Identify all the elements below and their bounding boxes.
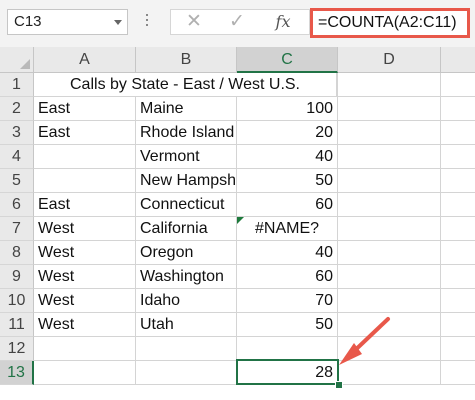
insert-function-icon[interactable]: fx	[268, 10, 298, 34]
formula-input[interactable]: =COUNTA(A2:C11)	[310, 8, 470, 38]
callout-arrow-icon	[339, 317, 390, 365]
formula-buttons: ✕ ✓ fx	[170, 9, 310, 35]
chevron-down-icon[interactable]	[114, 20, 122, 25]
drag-handle-icon[interactable]	[146, 14, 150, 29]
name-box[interactable]: C13	[7, 9, 128, 35]
cancel-icon[interactable]: ✕	[179, 10, 209, 34]
formula-text: =COUNTA(A2:C11)	[318, 14, 457, 31]
check-icon[interactable]: ✓	[222, 10, 252, 34]
formula-toolbar: C13 ✕ ✓ fx =COUNTA(A2:C11)	[0, 0, 475, 47]
name-box-value: C13	[14, 13, 42, 30]
worksheet-grid: A B C D 1 2 East Maine 100 3 East Rhode Island 2…	[0, 47, 475, 400]
